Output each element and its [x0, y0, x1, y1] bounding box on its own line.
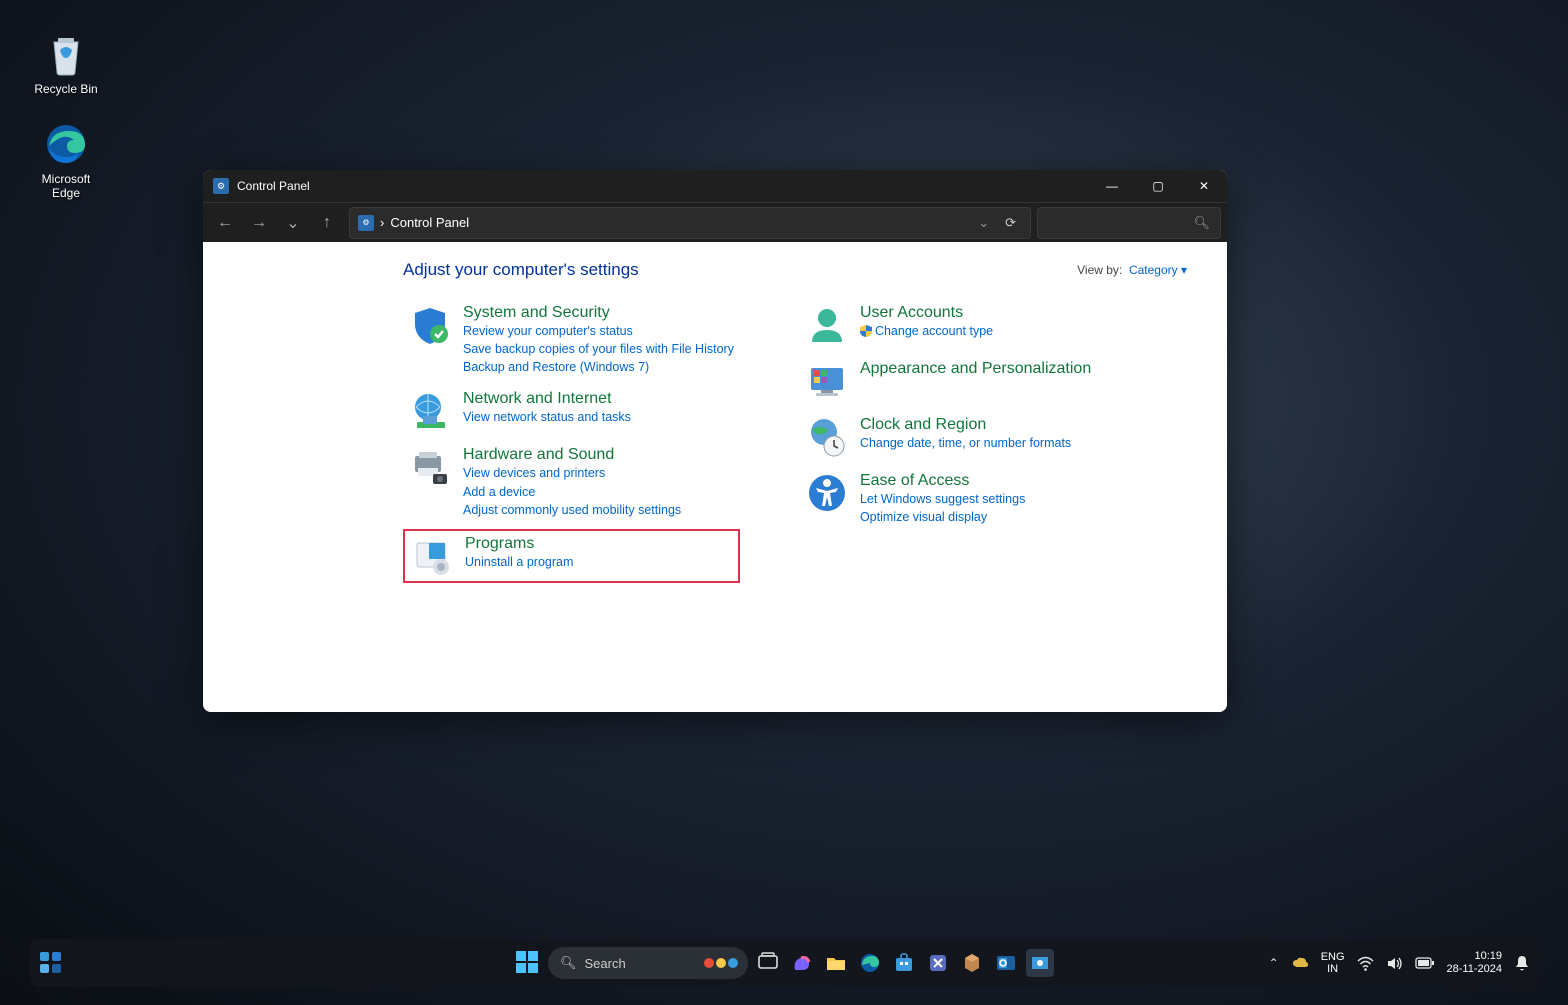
- printer-camera-icon: [409, 446, 451, 488]
- control-panel-window: ⚙ Control Panel — ▢ ✕ ← → ⌄ ↑ ⚙ › Contro…: [203, 170, 1227, 712]
- breadcrumb-separator: ›: [380, 215, 384, 230]
- category-link[interactable]: Review your computer's status: [463, 322, 734, 340]
- category-link[interactable]: View network status and tasks: [463, 408, 631, 426]
- category-title[interactable]: Network and Internet: [463, 390, 631, 408]
- accessibility-icon: [806, 472, 848, 514]
- search-icon: 🔍︎: [1193, 215, 1210, 231]
- minimize-button[interactable]: —: [1089, 170, 1135, 202]
- window-title: Control Panel: [237, 179, 310, 193]
- category-user-accounts: User Accounts Change account type: [800, 300, 1097, 350]
- search-placeholder: Search: [585, 956, 626, 971]
- address-bar[interactable]: ⚙ › Control Panel ⌄ ⟳: [349, 207, 1031, 239]
- category-link[interactable]: Optimize visual display: [860, 508, 1025, 526]
- category-network-internet: Network and Internet View network status…: [403, 386, 740, 436]
- category-clock-region: Clock and Region Change date, time, or n…: [800, 412, 1097, 462]
- battery-icon[interactable]: [1415, 957, 1435, 969]
- category-appearance-personalization: Appearance and Personalization: [800, 356, 1097, 406]
- maximize-button[interactable]: ▢: [1135, 170, 1181, 202]
- navbar: ← → ⌄ ↑ ⚙ › Control Panel ⌄ ⟳ 🔍︎: [203, 202, 1227, 242]
- uac-shield-icon: [860, 325, 872, 337]
- page-title: Adjust your computer's settings: [403, 260, 639, 280]
- category-column-left: System and Security Review your computer…: [403, 300, 740, 583]
- category-system-security: System and Security Review your computer…: [403, 300, 740, 380]
- globe-network-icon: [409, 390, 451, 432]
- chevron-down-icon[interactable]: ⌄: [974, 211, 993, 235]
- recent-locations-button[interactable]: ⌄: [277, 207, 309, 239]
- start-button[interactable]: [514, 949, 542, 977]
- category-link[interactable]: View devices and printers: [463, 464, 681, 482]
- wifi-icon[interactable]: [1357, 955, 1374, 972]
- category-link[interactable]: Uninstall a program: [465, 553, 573, 571]
- category-title[interactable]: User Accounts: [860, 304, 993, 322]
- category-link[interactable]: Backup and Restore (Windows 7): [463, 358, 734, 376]
- desktop-icon-label: Recycle Bin: [34, 82, 97, 96]
- category-title[interactable]: System and Security: [463, 304, 734, 322]
- category-link[interactable]: Let Windows suggest settings: [860, 490, 1025, 508]
- back-button[interactable]: ←: [209, 207, 241, 239]
- category-link[interactable]: Save backup copies of your files with Fi…: [463, 340, 734, 358]
- category-hardware-sound: Hardware and Sound View devices and prin…: [403, 442, 740, 522]
- taskbar-app-outlook[interactable]: [992, 949, 1020, 977]
- volume-icon[interactable]: [1386, 955, 1403, 972]
- search-box[interactable]: 🔍︎: [1037, 207, 1221, 239]
- titlebar[interactable]: ⚙ Control Panel — ▢ ✕: [203, 170, 1227, 202]
- monitor-icon: [806, 360, 848, 402]
- breadcrumb-item[interactable]: Control Panel: [390, 215, 469, 230]
- category-link[interactable]: Add a device: [463, 483, 681, 501]
- taskbar: 🔍︎ Search ⌃ ENGIN 10:1928-11-2024: [30, 939, 1538, 987]
- desktop-icon-edge[interactable]: Microsoft Edge: [28, 120, 104, 200]
- forward-button[interactable]: →: [243, 207, 275, 239]
- taskbar-app-store[interactable]: [890, 949, 918, 977]
- category-title[interactable]: Ease of Access: [860, 472, 1025, 490]
- edge-icon: [42, 120, 90, 168]
- widgets-button[interactable]: [38, 950, 64, 976]
- desktop-icon-recycle-bin[interactable]: Recycle Bin: [28, 30, 104, 96]
- category-link[interactable]: Adjust commonly used mobility settings: [463, 501, 681, 519]
- category-programs: Programs Uninstall a program: [403, 529, 740, 583]
- taskbar-app-copilot[interactable]: [788, 949, 816, 977]
- category-title[interactable]: Clock and Region: [860, 416, 1071, 434]
- up-button[interactable]: ↑: [311, 207, 343, 239]
- taskbar-app-explorer[interactable]: [822, 949, 850, 977]
- category-column-right: User Accounts Change account type Appear…: [800, 300, 1097, 583]
- category-link[interactable]: Change account type: [860, 322, 993, 340]
- content-pane: Adjust your computer's settings View by:…: [203, 242, 1227, 712]
- clock-globe-icon: [806, 416, 848, 458]
- search-icon: 🔍︎: [560, 955, 577, 971]
- desktop-icon-label: Microsoft Edge: [42, 172, 91, 200]
- category-title[interactable]: Programs: [465, 535, 573, 553]
- language-indicator[interactable]: ENGIN: [1321, 951, 1345, 975]
- notifications-button[interactable]: [1514, 955, 1530, 972]
- view-by-selector[interactable]: View by: Category ▾: [1077, 263, 1187, 277]
- taskbar-app-generic-2[interactable]: [958, 949, 986, 977]
- tray-onedrive-icon[interactable]: [1291, 954, 1309, 972]
- tray-overflow-button[interactable]: ⌃: [1269, 956, 1279, 970]
- refresh-button[interactable]: ⟳: [999, 211, 1022, 235]
- taskbar-app-generic-1[interactable]: [924, 949, 952, 977]
- search-decoration-icon: [704, 958, 738, 968]
- programs-icon: [411, 535, 453, 577]
- task-view-button[interactable]: [754, 949, 782, 977]
- category-title[interactable]: Hardware and Sound: [463, 446, 681, 464]
- taskbar-app-control-panel-active[interactable]: [1026, 949, 1054, 977]
- recycle-bin-icon: [42, 30, 90, 78]
- user-icon: [806, 304, 848, 346]
- shield-icon: [409, 304, 451, 346]
- category-ease-of-access: Ease of Access Let Windows suggest setti…: [800, 468, 1097, 530]
- category-link[interactable]: Change date, time, or number formats: [860, 434, 1071, 452]
- close-button[interactable]: ✕: [1181, 170, 1227, 202]
- taskbar-search[interactable]: 🔍︎ Search: [548, 947, 748, 979]
- taskbar-app-edge[interactable]: [856, 949, 884, 977]
- control-panel-icon: ⚙: [213, 178, 229, 194]
- category-title[interactable]: Appearance and Personalization: [860, 360, 1091, 378]
- clock[interactable]: 10:1928-11-2024: [1447, 950, 1502, 975]
- control-panel-icon: ⚙: [358, 215, 374, 231]
